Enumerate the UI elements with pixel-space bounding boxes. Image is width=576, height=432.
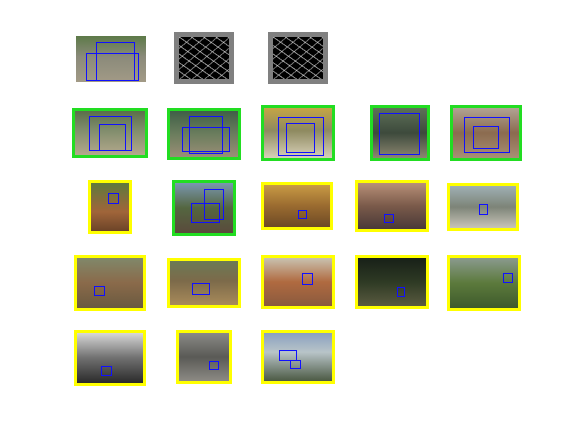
thumbnail-image	[264, 258, 332, 306]
thumbnail-image	[179, 333, 229, 381]
detection-thumbnail-false	[447, 255, 521, 311]
detection-thumbnail-correct	[172, 180, 236, 236]
detection-box	[503, 273, 513, 283]
detection-box	[290, 360, 301, 369]
thumbnail-image	[77, 258, 143, 308]
feature-texture	[273, 37, 323, 79]
detection-thumbnail-false	[261, 330, 335, 384]
detection-thumbnail-correct	[261, 105, 335, 161]
feature-texture	[179, 37, 229, 79]
hog-feature-visualization	[174, 32, 234, 84]
detection-box	[397, 287, 405, 297]
detection-thumbnail-false	[74, 255, 146, 311]
thumbnail-image	[75, 111, 145, 155]
detection-thumbnail-false	[355, 180, 429, 232]
detection-thumbnail-false	[261, 255, 335, 309]
feature-map	[273, 37, 323, 79]
thumbnail-image	[77, 333, 143, 383]
detection-thumbnail-correct	[370, 105, 430, 161]
thumbnail-image	[358, 183, 426, 229]
detection-box	[191, 203, 220, 223]
detection-box	[286, 123, 315, 153]
detection-thumbnail-correct	[450, 105, 522, 161]
thumbnail-image	[453, 108, 519, 158]
thumbnail-image	[264, 333, 332, 381]
thumbnail-image	[264, 108, 332, 158]
thumbnail-image	[450, 258, 518, 308]
hog-feature-visualization	[268, 32, 328, 84]
detection-thumbnail-correct	[167, 108, 241, 160]
detection-box	[94, 286, 105, 296]
detection-box	[101, 366, 112, 376]
detection-thumbnail-false	[176, 330, 232, 384]
thumbnail-image	[76, 36, 146, 82]
template-thumbnail	[76, 36, 146, 82]
detection-box	[192, 283, 210, 295]
thumbnail-image	[91, 183, 129, 231]
detection-box	[302, 273, 313, 285]
detection-results-figure	[0, 0, 576, 432]
thumbnail-image	[450, 186, 516, 228]
detection-thumbnail-false	[355, 255, 429, 309]
detection-thumbnail-correct	[72, 108, 148, 158]
detection-box	[298, 210, 307, 219]
detection-box	[108, 193, 119, 204]
detection-box	[384, 214, 394, 223]
feature-map	[179, 37, 229, 79]
detection-thumbnail-false	[74, 330, 146, 386]
thumbnail-image	[264, 185, 330, 227]
detection-thumbnail-false	[261, 182, 333, 230]
detection-box	[379, 113, 420, 155]
detection-box	[209, 361, 219, 370]
thumbnail-image	[373, 108, 427, 158]
detection-box	[99, 124, 126, 151]
detection-thumbnail-false	[447, 183, 519, 231]
thumbnail-image	[175, 183, 233, 233]
detection-box	[182, 127, 230, 152]
thumbnail-image	[170, 261, 238, 305]
thumbnail-image	[170, 111, 238, 157]
detection-box	[86, 53, 139, 81]
detection-thumbnail-false	[88, 180, 132, 234]
detection-thumbnail-false	[167, 258, 241, 308]
detection-box	[473, 126, 499, 149]
detection-box	[479, 204, 488, 215]
thumbnail-image	[358, 258, 426, 306]
